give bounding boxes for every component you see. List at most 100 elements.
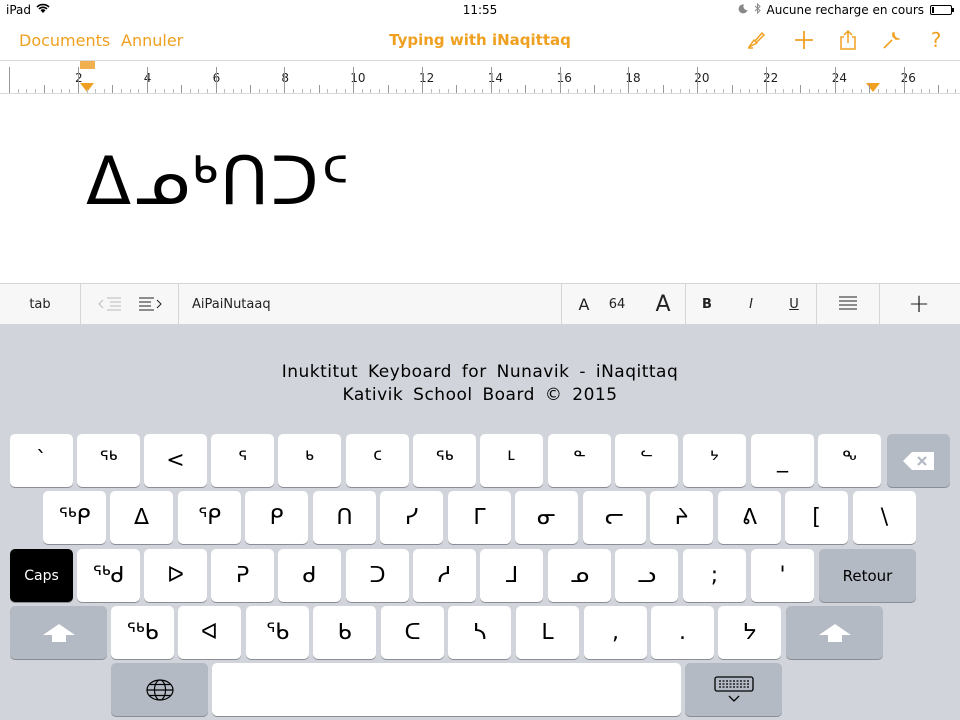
ruler-subtick [619, 89, 621, 93]
undo-button[interactable]: Annuler [121, 31, 183, 50]
shift-key-right[interactable] [786, 606, 883, 659]
key[interactable]: , [584, 606, 647, 659]
key[interactable]: ᓱ [413, 549, 476, 602]
key[interactable]: ᓴ [448, 606, 511, 659]
ruler-subtick [602, 89, 604, 93]
key[interactable]: ᖕ [818, 434, 881, 487]
ruler-subtick [877, 89, 879, 93]
ruler-tick [594, 85, 595, 93]
key[interactable]: ᒧ [480, 549, 543, 602]
paintbrush-icon[interactable] [742, 26, 770, 54]
wrench-icon[interactable] [878, 26, 906, 54]
dismiss-keyboard-key[interactable] [685, 663, 782, 716]
plus-icon[interactable] [790, 26, 818, 54]
key[interactable]: ᓯ [380, 491, 443, 544]
share-icon[interactable] [834, 26, 862, 54]
ruler-subtick [232, 89, 234, 93]
ruler-subtick [95, 89, 97, 93]
key[interactable]: ᒪ [516, 606, 579, 659]
key[interactable]: _ [751, 434, 814, 487]
backspace-key[interactable] [887, 434, 950, 487]
ruler-subtick [482, 89, 484, 93]
key[interactable]: < [144, 434, 207, 487]
help-icon[interactable]: ? [922, 26, 950, 54]
key[interactable]: ᑲ [313, 606, 376, 659]
globe-key[interactable] [111, 663, 208, 716]
key[interactable]: ᕐ [211, 434, 274, 487]
keyboard-credit: Inuktitut Keyboard for Nunavik - iNaqitt… [0, 361, 960, 407]
tab-button[interactable]: tab [0, 284, 80, 324]
ruler-subtick [155, 89, 157, 93]
key[interactable]: ᕐᒃ [413, 434, 476, 487]
caps-key[interactable]: Caps [10, 549, 73, 602]
ruler-subtick [207, 89, 208, 93]
key[interactable]: ᖅᑯ [77, 549, 140, 602]
keyboard-credit-line2: Kativik School Board © 2015 [342, 385, 618, 405]
paragraph-style-button[interactable]: AiPaiNutaaq [192, 284, 312, 324]
key[interactable]: ᓪ [615, 434, 678, 487]
nav-bar: Documents Annuler Typing with iNaqittaq … [0, 20, 960, 60]
align-justify-icon[interactable] [826, 284, 870, 324]
key[interactable]: [ [785, 491, 848, 544]
key[interactable]: ᒃ [278, 434, 341, 487]
key[interactable]: ᖅᑭ [43, 491, 106, 544]
key[interactable]: ᐃ [110, 491, 173, 544]
keyboard-dismiss-icon [713, 675, 755, 705]
documents-button[interactable]: Documents [19, 31, 110, 50]
key[interactable]: ᖃ [246, 606, 309, 659]
ruler-subtick [327, 89, 329, 93]
ruler-tick [318, 85, 320, 93]
key[interactable]: ; [683, 549, 746, 602]
key[interactable]: ᔭ [718, 606, 781, 659]
key[interactable]: \ [853, 491, 916, 544]
key[interactable]: ᓂ [515, 491, 578, 544]
underline-button[interactable]: U [781, 284, 807, 324]
return-key[interactable]: Retour [819, 549, 916, 602]
key[interactable]: ᑕ [381, 606, 444, 659]
document-canvas[interactable]: ᐃᓄᒃᑎᑐᑦ [0, 95, 960, 283]
key[interactable]: ᓄ [548, 549, 611, 602]
key[interactable]: ᑐ [346, 549, 409, 602]
key[interactable]: ` [10, 434, 73, 487]
ruler-indent-handle[interactable] [80, 61, 95, 69]
insert-button[interactable]: + [895, 284, 943, 324]
ruler-subtick [439, 89, 441, 93]
key[interactable]: ᑦ [346, 434, 409, 487]
increase-font-size-button[interactable]: A [648, 284, 678, 324]
key[interactable]: ' [751, 549, 814, 602]
key[interactable]: ᓗ [615, 549, 678, 602]
decrease-font-size-button[interactable]: A [572, 284, 596, 324]
key[interactable]: ᓐ [548, 434, 611, 487]
space-key[interactable] [212, 663, 681, 716]
ruler-subtick [129, 89, 131, 93]
font-size-value[interactable]: 64 [600, 284, 634, 324]
key[interactable]: ᒻ [480, 434, 543, 487]
ruler-tick [697, 67, 699, 93]
key[interactable]: ᔾ [683, 434, 746, 487]
key[interactable]: ᐊ [178, 606, 241, 659]
ruler-tick [181, 85, 183, 93]
key[interactable]: ᑎ [313, 491, 376, 544]
italic-button[interactable]: I [738, 284, 764, 324]
key[interactable]: . [651, 606, 714, 659]
ruler-subtick [637, 89, 638, 93]
key[interactable]: ᑭ [245, 491, 308, 544]
key[interactable]: ᕕ [718, 491, 781, 544]
ruler-tick [938, 85, 939, 93]
bold-button[interactable]: B [694, 284, 720, 324]
key[interactable]: ᖅᑲ [111, 606, 174, 659]
key[interactable]: ᕈ [211, 549, 274, 602]
ruler-subtick [645, 89, 647, 93]
key[interactable]: ᒥ [448, 491, 511, 544]
indent-icon[interactable] [130, 284, 170, 324]
key[interactable]: ᓕ [583, 491, 646, 544]
key[interactable]: ᔨ [650, 491, 713, 544]
outdent-icon[interactable] [90, 284, 130, 324]
document-text[interactable]: ᐃᓄᒃᑎᑐᑦ [86, 143, 351, 220]
key[interactable]: ᑯ [278, 549, 341, 602]
shift-key-left[interactable] [10, 606, 107, 659]
key[interactable]: ᕿ [178, 491, 241, 544]
key[interactable]: ᐅ [144, 549, 207, 602]
ruler-tick [146, 67, 148, 93]
key[interactable]: ᖅ [77, 434, 140, 487]
